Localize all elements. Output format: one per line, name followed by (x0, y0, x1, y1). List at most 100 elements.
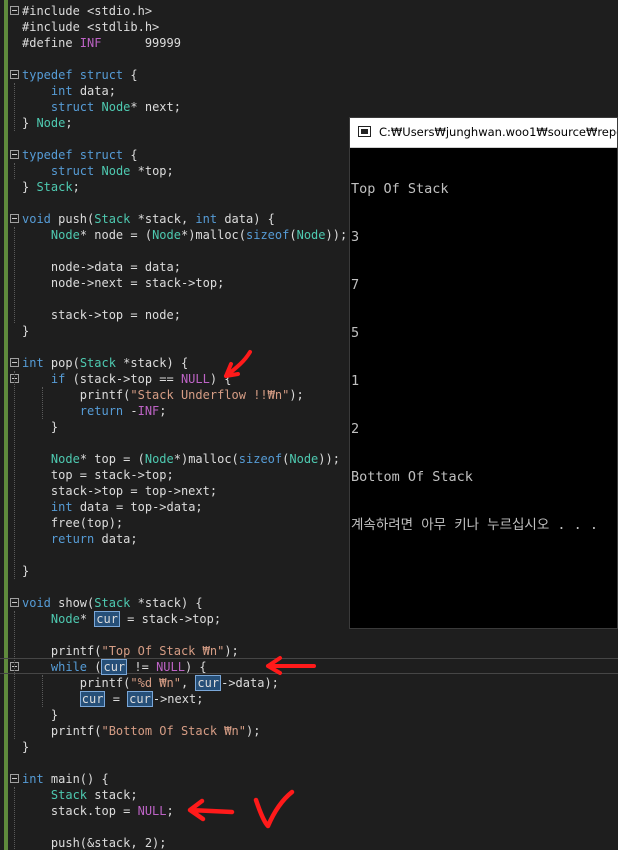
code-token: } (22, 708, 59, 722)
code-token: } (22, 324, 30, 338)
code-line[interactable]: int main() { (0, 771, 618, 787)
code-token: *)malloc( (173, 452, 239, 466)
console-line: Bottom Of Stack (351, 469, 473, 485)
code-line[interactable]: #define INF 99999 (0, 35, 618, 51)
code-token: Stack (79, 356, 116, 370)
code-text: } (22, 419, 58, 435)
code-token: printf( (22, 724, 102, 738)
code-text: void show(Stack *stack) { (22, 595, 203, 611)
code-token: ->data); (221, 676, 279, 690)
code-token: } (22, 180, 37, 194)
code-line[interactable]: struct Node* next; (0, 99, 618, 115)
console-output: Top Of Stack 3 7 5 1 2 Bottom Of Stack 계… (351, 149, 617, 565)
indent-guide (14, 227, 15, 323)
fold-toggle-icon[interactable] (10, 214, 19, 223)
fold-toggle-icon[interactable] (10, 6, 19, 15)
code-token: main() { (43, 772, 109, 786)
code-token: *top; (130, 164, 174, 178)
code-line[interactable] (0, 755, 618, 771)
highlighted-identifier: cur (127, 691, 153, 707)
code-token: int (22, 356, 44, 370)
code-token: Node (289, 452, 319, 466)
code-token: *stack) { (130, 596, 203, 610)
code-line[interactable]: push(&stack, 2); (0, 835, 618, 850)
code-token: "Top Of Stack ₩n" (101, 644, 225, 658)
fold-toggle-icon[interactable] (10, 150, 19, 159)
highlighted-identifier: cur (101, 659, 128, 675)
code-token: } (22, 564, 30, 578)
console-title: C:₩Users₩junghwan.woo1₩source₩repos₩C (379, 125, 617, 139)
code-text: #include <stdio.h> (22, 3, 152, 19)
code-token: ) { (184, 660, 207, 674)
code-token: int (50, 500, 73, 514)
code-token: push(&stack, 2); (22, 836, 167, 850)
code-line[interactable]: } (0, 739, 618, 755)
code-line[interactable] (0, 819, 618, 835)
code-token: printf( (22, 676, 131, 690)
code-line[interactable] (0, 627, 618, 643)
code-token: show( (50, 596, 95, 610)
highlighted-identifier: cur (195, 675, 222, 691)
code-token: Node (50, 452, 80, 466)
code-line[interactable]: cur = cur ->next; (0, 691, 618, 707)
code-text: stack.top = NULL; (22, 803, 174, 819)
code-token: node->data = data; (22, 260, 181, 274)
code-line[interactable]: #include <stdio.h> (0, 3, 618, 19)
code-token: free(top); (22, 516, 124, 530)
code-token: #include <stdlib.h> (22, 20, 160, 34)
code-token: } (22, 420, 59, 434)
code-token: NULL (156, 660, 185, 674)
code-text: #define INF 99999 (22, 35, 181, 51)
code-token: #include <stdio.h> (22, 4, 153, 18)
code-line[interactable]: } (0, 707, 618, 723)
code-token: { (123, 68, 138, 82)
code-token: )); (325, 228, 348, 242)
code-token: Node (36, 116, 66, 130)
code-text: push(&stack, 2); (22, 835, 167, 850)
fold-toggle-icon[interactable] (10, 598, 19, 607)
code-token: typedef struct (22, 68, 124, 82)
code-text: struct Node* next; (22, 99, 181, 115)
code-line[interactable]: int data; (0, 83, 618, 99)
code-token: * (79, 612, 95, 626)
code-token: data; (94, 532, 138, 546)
code-line[interactable]: printf("%d ₩n", cur ->data); (0, 675, 618, 691)
code-token: typedef struct (22, 148, 124, 162)
fold-toggle-icon[interactable] (10, 358, 19, 367)
console-window[interactable]: C:₩Users₩junghwan.woo1₩source₩repos₩C To… (349, 117, 618, 629)
code-text: Node* top = (Node*)malloc(sizeof(Node)); (22, 451, 340, 467)
code-token: ); (224, 644, 239, 658)
code-line[interactable] (0, 51, 618, 67)
code-line[interactable]: typedef struct { (0, 67, 618, 83)
code-text: top = stack->top; (22, 467, 174, 483)
code-token: stack.top = (22, 804, 138, 818)
code-line[interactable]: #include <stdlib.h> (0, 19, 618, 35)
code-token: * node = ( (79, 228, 153, 242)
code-token: Node (296, 228, 326, 242)
code-token: , (180, 676, 196, 690)
code-line[interactable]: while (cur != NULL) { (0, 659, 618, 675)
code-token: ; (159, 404, 167, 418)
code-token: stack->top = node; (22, 308, 181, 322)
code-line[interactable]: Stack stack; (0, 787, 618, 803)
code-text: } Node; (22, 115, 73, 131)
indent-guide (14, 787, 15, 850)
code-text: typedef struct { (22, 147, 138, 163)
code-line[interactable]: printf("Bottom Of Stack ₩n"); (0, 723, 618, 739)
fold-toggle-icon[interactable] (10, 774, 19, 783)
code-line[interactable]: stack.top = NULL; (0, 803, 618, 819)
console-titlebar[interactable]: C:₩Users₩junghwan.woo1₩source₩repos₩C (350, 118, 617, 148)
code-token: * top = ( (79, 452, 145, 466)
code-token: Stack (94, 212, 131, 226)
code-token: "%d ₩n" (130, 676, 181, 690)
code-line[interactable]: printf("Top Of Stack ₩n"); (0, 643, 618, 659)
highlighted-identifier: cur (94, 611, 120, 627)
code-token: "Stack Underflow !!₩n" (130, 388, 290, 402)
fold-toggle-icon[interactable] (10, 70, 19, 79)
code-token: )); (318, 452, 340, 466)
